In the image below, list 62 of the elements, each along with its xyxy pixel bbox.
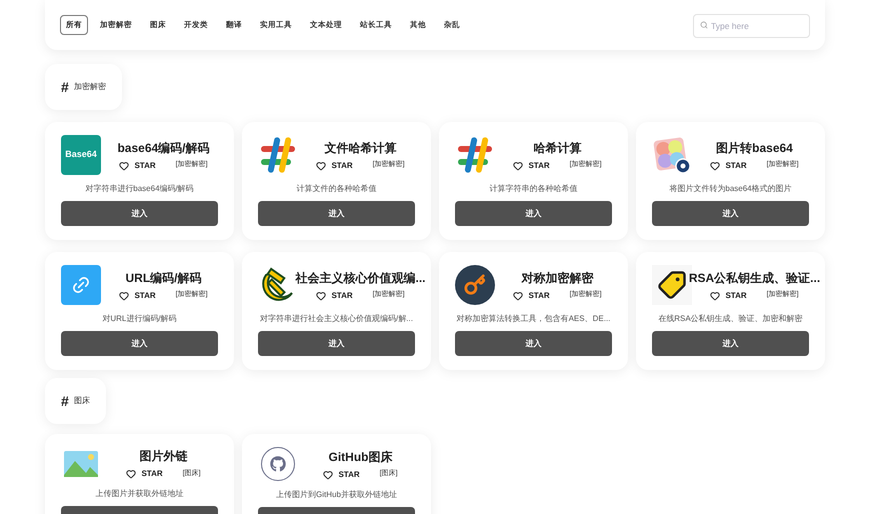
search-icon	[700, 21, 708, 29]
section-title: 加密解密	[74, 81, 106, 93]
enter-button[interactable]: 进入	[652, 331, 809, 356]
star-button[interactable]: STAR	[710, 160, 747, 172]
landscape-picture-icon	[64, 450, 98, 476]
heart-icon	[126, 469, 136, 479]
tool-title: base64编码/解码	[117, 140, 210, 156]
tool-description: 对字符串进行社会主义核心价值观编码/解...	[260, 313, 413, 325]
tool-description: 对称加密算法转换工具，包含有AES、DE...	[456, 313, 610, 325]
cat-silhouette-icon	[261, 447, 295, 481]
star-button[interactable]: STAR	[316, 160, 353, 172]
tool-title: 文件哈希计算	[324, 140, 396, 156]
tool-title: 图片转base64	[716, 140, 793, 156]
base64-logo: Base64	[61, 135, 101, 175]
enter-button[interactable]: 进入	[455, 331, 612, 356]
enter-button[interactable]: 进入	[61, 201, 218, 226]
tool-description: 计算文件的各种哈希值	[296, 183, 376, 195]
key-icon	[455, 265, 495, 305]
tool-description: 上传图片并获取外链地址	[96, 488, 184, 500]
star-button[interactable]: STAR	[316, 290, 353, 302]
tool-description: 对字符串进行base64编码/解码	[85, 183, 194, 195]
star-button[interactable]: STAR	[119, 160, 156, 172]
heart-icon	[119, 160, 130, 170]
heart-icon	[513, 160, 524, 170]
tool-title: 对称加密解密	[522, 270, 594, 286]
star-button[interactable]: STAR	[513, 290, 550, 302]
tool-description: 上传图片到GitHub并获取外链地址	[276, 489, 397, 501]
section-title: 图床	[74, 395, 90, 407]
tool-title: 哈希计算	[534, 140, 582, 156]
heart-icon	[513, 290, 524, 300]
star-button[interactable]: STAR	[119, 290, 156, 302]
enter-button[interactable]: 进入	[652, 201, 809, 226]
heart-icon	[316, 290, 326, 300]
star-button[interactable]: STAR	[710, 290, 747, 302]
photo-flower-icon	[652, 135, 692, 175]
tool-title: URL编码/解码	[126, 270, 202, 286]
hash-icon	[258, 135, 298, 175]
heart-icon	[119, 290, 130, 300]
star-button[interactable]: STAR	[323, 468, 360, 480]
hash-symbol: #	[61, 78, 69, 96]
heart-icon	[323, 470, 334, 480]
tool-title: GitHub图床	[328, 448, 392, 466]
tool-description: 在线RSA公私钥生成、验证、加密和解密	[658, 313, 803, 325]
enter-button[interactable]: 进入	[258, 331, 415, 356]
tool-title: 社会主义核心价值观编...	[296, 270, 426, 286]
heart-icon	[316, 160, 326, 170]
tool-description: 将图片文件转为base64格式的图片	[669, 183, 792, 195]
enter-button[interactable]: 进入	[61, 331, 218, 356]
star-button[interactable]: STAR	[126, 468, 163, 480]
search-field[interactable]: Type here	[693, 14, 810, 38]
tool-description: 对URL进行编码/解码	[102, 313, 177, 325]
heart-icon	[710, 290, 720, 300]
tool-title: RSA公私钥生成、验证...	[688, 270, 820, 286]
enter-button[interactable]: 进入	[258, 201, 415, 226]
link-icon	[61, 265, 101, 305]
tool-description: 计算字符串的各种哈希值	[490, 183, 578, 195]
hash-symbol: #	[61, 392, 69, 410]
heart-icon	[710, 160, 720, 170]
tool-title: 图片外链	[140, 448, 188, 465]
enter-button[interactable]: 进入	[455, 201, 612, 226]
star-button[interactable]: STAR	[513, 160, 550, 172]
hash-icon	[455, 135, 495, 175]
